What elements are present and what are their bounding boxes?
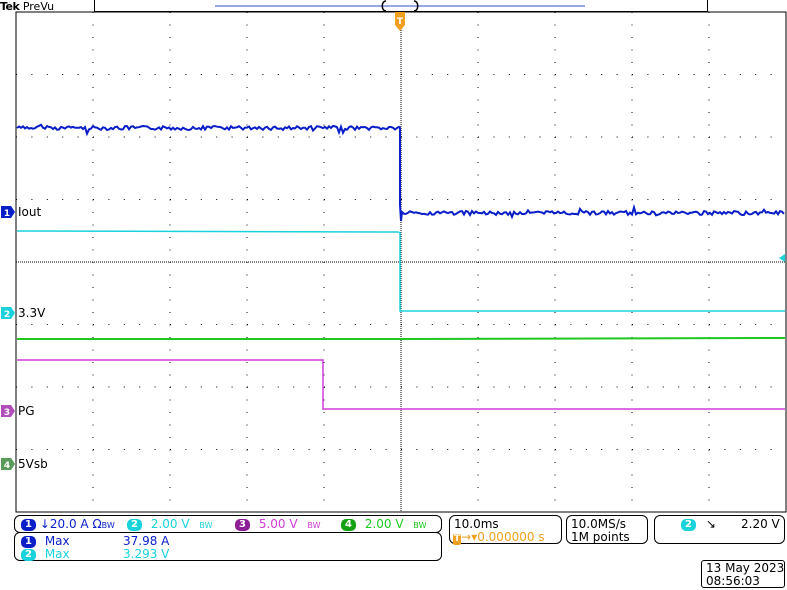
measurement-row: 1 Max [21,534,70,548]
ch3-bw-limit: BW [307,521,321,530]
meas1-name: Max [44,534,70,548]
trigger-box[interactable]: 2 ↘ 2.20 V [654,515,785,544]
ch1-impedance: Ω [92,517,102,531]
meas2-value: 3.293 V [123,547,170,561]
ch1-scale[interactable]: 1 ↓20.0 A ΩBW [21,517,115,533]
meas2-name: Max [44,547,70,561]
ch2-bw-limit: BW [199,521,213,530]
ch2-scale[interactable]: 2 2.00 V BW [127,517,213,533]
ch2-scale-value: 2.00 V [150,517,190,531]
meas1-badge: 1 [21,535,36,548]
meas1-value: 37.98 A [123,534,170,548]
svg-text:3: 3 [4,408,10,418]
svg-text:4: 4 [4,461,10,471]
date: 13 May 2023 [706,561,785,575]
label-3v3: 3.3V [18,306,46,320]
timebase-box[interactable]: 10.0ms T→▾0.000000 s [449,515,562,545]
waveform-ch1 [16,123,785,222]
trigger-source-badge: 2 [681,518,696,531]
ch4-scale-value: 2.00 V [364,517,404,531]
datetime-box: 13 May 2023 08:56:03 [701,560,785,588]
ch3-scale[interactable]: 3 5.00 V BW [235,517,321,533]
svg-text:2: 2 [4,310,10,320]
ch1-bw-limit: BW [101,521,115,530]
waveform-ch4 [17,337,786,340]
ch2-ground-marker[interactable]: 2 [1,307,15,320]
sample-rate: 10.0MS/s [571,517,626,531]
trigger-level: 2.20 V [741,517,780,531]
ch2-badge: 2 [127,518,142,531]
horizontal-position: T→▾0.000000 s [453,530,545,545]
ch1-ground-marker[interactable]: 1 [1,206,15,219]
trigger-settings: 2 ↘ [681,517,716,531]
measurement-row: 2 Max [21,547,70,561]
ch1-scale-value: ↓20.0 A [39,517,89,531]
time-per-div: 10.0ms [454,517,499,531]
horizontal-position-value: 0.000000 s [477,530,545,544]
acquisition-box[interactable]: 10.0MS/s 1M points [566,515,648,544]
label-5vsb: 5Vsb [18,457,48,471]
trigger-marker-label: T [397,17,404,27]
graticule [15,11,787,513]
ch1-badge: 1 [21,518,36,531]
ch3-scale-value: 5.00 V [258,517,298,531]
label-iout: Iout [18,205,42,219]
falling-edge-icon: ↘ [705,517,716,531]
time: 08:56:03 [706,574,760,588]
trigger-position-marker[interactable]: T [395,12,405,31]
ch4-scale[interactable]: 4 2.00 V BW [341,517,427,533]
measurement-box[interactable]: 1 Max 37.98 A 2 Max 3.293 V [14,532,442,561]
channel-scale-box[interactable]: 1 ↓20.0 A ΩBW 2 2.00 V BW 3 5.00 V BW 4 … [14,515,442,533]
trigger-level-marker[interactable] [779,254,785,262]
waveform-display: T 1 2 3 4 [1,0,787,513]
meas2-badge: 2 [21,548,36,561]
oscilloscope-screen: Tek PreVu T 1234 Iout 3.3V PG 5Vsb 1 ↓20… [0,0,787,590]
ch4-badge: 4 [341,518,356,531]
ch3-badge: 3 [235,518,250,531]
ch4-bw-limit: BW [413,521,427,530]
channel-markers: 1 2 3 4 [1,206,15,471]
ch3-ground-marker[interactable]: 3 [1,405,15,418]
svg-text:1: 1 [4,209,10,219]
ch4-ground-marker[interactable]: 4 [1,458,15,471]
record-length: 1M points [571,530,630,544]
label-pg: PG [18,404,35,418]
trigger-t-badge: T [453,534,462,545]
